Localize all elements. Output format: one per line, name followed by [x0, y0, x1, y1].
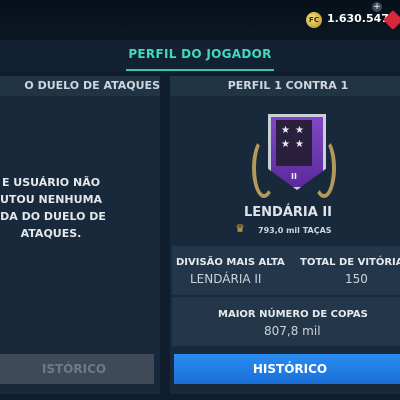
total-wins-label: TOTAL DE VITÓRIA — [300, 257, 400, 268]
add-gems-icon[interactable]: + — [372, 2, 382, 12]
message-line: UTOU NENHUMA — [0, 193, 103, 206]
shield-panel: ★ ★ ★ ★ — [276, 120, 312, 166]
message-line: E USUÁRIO NÃO — [1, 176, 101, 189]
attack-duel-title: O DUELO DE ATAQUES — [0, 76, 160, 96]
stats-divider — [172, 295, 400, 297]
trophy-icon: ♛ — [235, 222, 245, 235]
coin-icon: FC — [306, 12, 322, 28]
rank-badge-icon: ★ ★ ★ ★ II — [250, 112, 338, 202]
star-icon: ★ — [281, 139, 290, 150]
rank-name: LENDÁRIA II — [243, 205, 332, 220]
highest-division-value: LENDÁRIA II — [190, 272, 262, 286]
history-button[interactable]: HISTÓRICO — [174, 354, 400, 384]
message-line: ATAQUES. — [20, 227, 82, 240]
message-line: IDA DO DUELO DE — [0, 210, 106, 223]
star-icon: ★ — [295, 139, 304, 150]
page-title[interactable]: PERFIL DO JOGADOR — [0, 47, 400, 61]
attack-duel-history-button: ISTÓRICO — [0, 354, 154, 384]
highest-division-label: DIVISÃO MAIS ALTA — [176, 257, 285, 268]
attack-duel-message: E USUÁRIO NÃO UTOU NENHUMA IDA DO DUELO … — [0, 174, 110, 242]
tab-underline — [126, 69, 274, 71]
star-icon: ★ — [281, 125, 290, 136]
total-wins-value: 150 — [345, 272, 368, 286]
h2h-profile-title: PERFIL 1 CONTRA 1 — [170, 76, 400, 96]
trophy-count: 793,0 mil TAÇAS — [258, 226, 332, 235]
most-cups-label: MAIOR NÚMERO DE COPAS — [218, 309, 368, 320]
coins-balance: 1.630.547 — [327, 12, 389, 25]
most-cups-value: 807,8 mil — [264, 324, 321, 338]
badge-numeral: II — [291, 172, 297, 181]
star-icon: ★ — [295, 125, 304, 136]
